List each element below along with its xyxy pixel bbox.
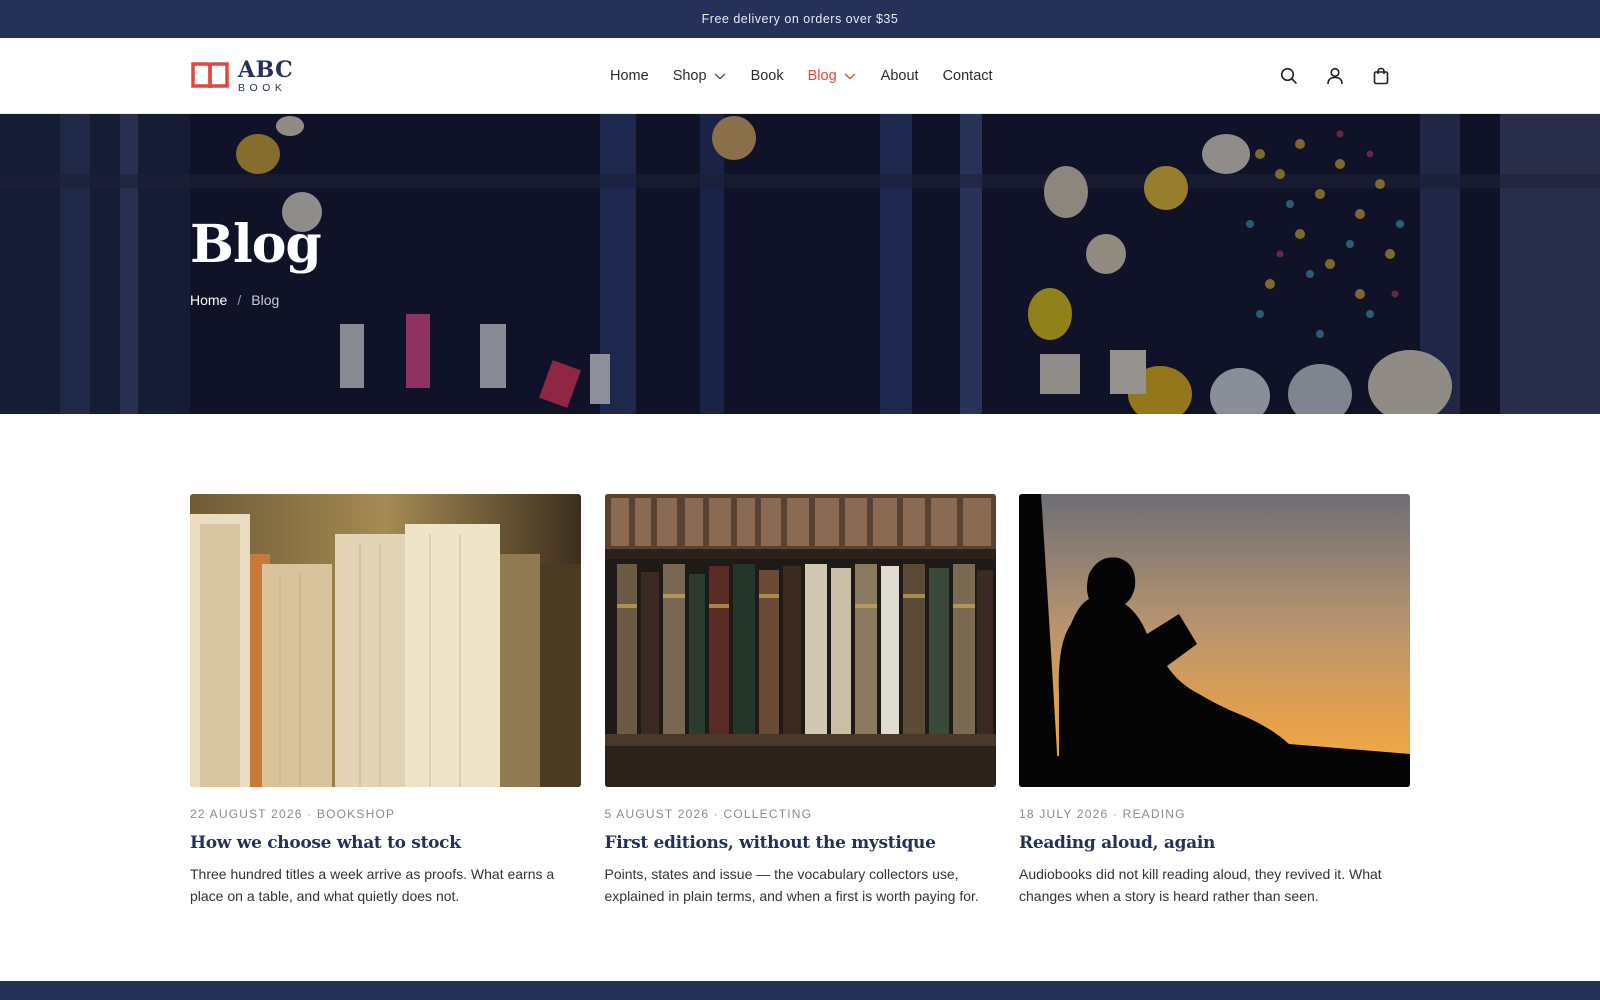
- post-title-link[interactable]: Reading aloud, again: [1019, 833, 1410, 853]
- nav-contact-label: Contact: [942, 68, 993, 84]
- search-button[interactable]: [1278, 65, 1300, 87]
- cart-button[interactable]: [1370, 65, 1392, 87]
- post-image-reading-silhouette[interactable]: [1019, 494, 1410, 787]
- nav-shop[interactable]: Shop: [673, 68, 727, 84]
- logo[interactable]: ABC BOOK: [190, 56, 293, 96]
- nav-about-label: About: [880, 68, 919, 84]
- blog-post-card: 18 July 2026 · Reading Reading aloud, ag…: [1019, 494, 1410, 907]
- page-hero: Blog Home / Blog: [0, 114, 1600, 414]
- nav-contact[interactable]: Contact: [943, 68, 993, 84]
- open-book-icon: [191, 62, 229, 89]
- post-title-link[interactable]: First editions, without the mystique: [605, 833, 996, 853]
- nav-about[interactable]: About: [881, 68, 919, 84]
- post-meta: 18 July 2026 · Reading: [1019, 807, 1186, 821]
- chevron-down-icon: [844, 73, 856, 80]
- breadcrumb-separator: /: [237, 292, 242, 308]
- account-button[interactable]: [1324, 65, 1346, 87]
- post-meta: 5 August 2026 · Collecting: [604, 807, 813, 821]
- post-title-link[interactable]: How we choose what to stock: [190, 833, 581, 853]
- header-actions: [1254, 38, 1392, 114]
- post-image-book-pages[interactable]: [190, 494, 581, 787]
- breadcrumb-home-link[interactable]: Home: [190, 292, 227, 308]
- nav-blog[interactable]: Blog: [808, 68, 857, 84]
- blog-post-grid: 22 August 2026 · Bookshop How we choose …: [190, 494, 1410, 907]
- announcement-bar: Free delivery on orders over $35: [0, 0, 1600, 38]
- nav-blog-label: Blog: [807, 68, 837, 84]
- site-header: ABC BOOK Home Shop Book Blog About Conta…: [0, 38, 1600, 114]
- nav-book-label: Book: [750, 68, 784, 84]
- nav-book[interactable]: Book: [751, 68, 784, 84]
- breadcrumb-current: Blog: [251, 292, 280, 308]
- post-excerpt: Audiobooks did not kill reading aloud, t…: [1019, 866, 1382, 904]
- user-icon: [1327, 67, 1343, 85]
- main-nav: Home Shop Book Blog About Contact: [610, 38, 1017, 114]
- logo-sub: BOOK: [238, 81, 287, 94]
- nav-home[interactable]: Home: [610, 68, 649, 84]
- blog-post-card: 22 August 2026 · Bookshop How we choose …: [190, 494, 581, 907]
- chevron-down-icon: [714, 73, 726, 80]
- blog-post-card: 5 August 2026 · Collecting First edition…: [604, 494, 996, 907]
- announcement-text: Free delivery on orders over $35: [701, 12, 899, 26]
- page-title: Blog: [190, 214, 322, 275]
- footer: [0, 981, 1600, 1000]
- logo-name: ABC: [238, 56, 294, 83]
- breadcrumb: Home / Blog: [190, 292, 279, 308]
- post-excerpt: Points, states and issue — the vocabular…: [604, 866, 979, 904]
- nav-shop-label: Shop: [672, 68, 707, 84]
- post-image-bookshelf[interactable]: [604, 494, 996, 787]
- post-meta: 22 August 2026 · Bookshop: [190, 807, 396, 821]
- post-excerpt: Three hundred titles a week arrive as pr…: [190, 866, 555, 904]
- shopping-bag-icon: [1373, 67, 1389, 85]
- nav-home-label: Home: [610, 68, 649, 84]
- search-icon: [1280, 67, 1297, 84]
